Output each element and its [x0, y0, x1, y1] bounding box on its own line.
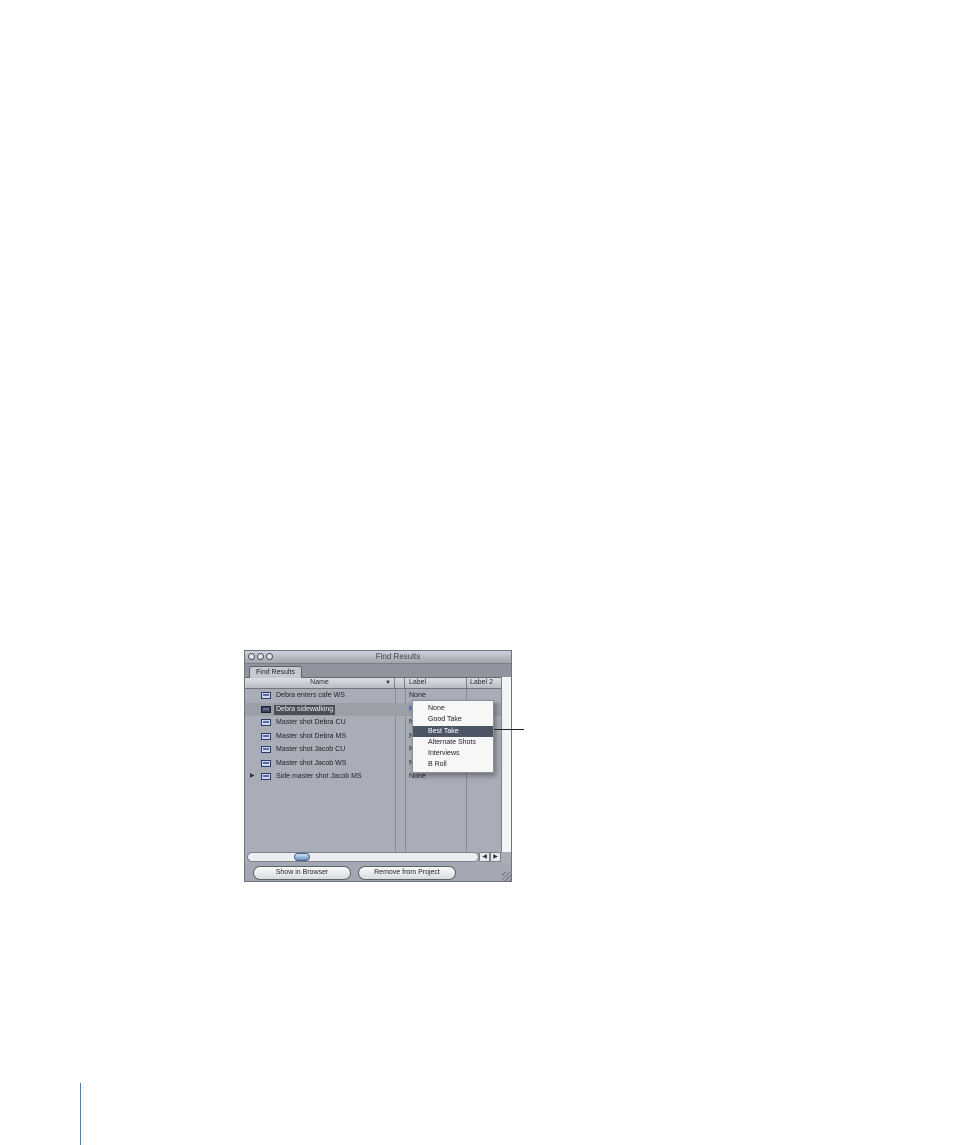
clip-icon: [261, 719, 271, 726]
menu-item-none[interactable]: None: [413, 703, 493, 714]
column-header-spacer: [395, 678, 405, 688]
menu-item-b-roll[interactable]: B Roll: [413, 759, 493, 770]
callout-line: [494, 729, 524, 730]
title-bar[interactable]: Find Results: [245, 651, 511, 664]
column-header-label2[interactable]: Label 2: [467, 678, 501, 688]
clip-name: Side master shot Jacob MS: [276, 773, 362, 780]
scroll-thumb[interactable]: [294, 853, 310, 861]
tab-find-results[interactable]: Find Results: [249, 666, 302, 678]
clip-name: Master shot Jacob CU: [276, 746, 346, 753]
clip-name: Master shot Debra CU: [276, 719, 346, 726]
window-title: Find Results: [375, 652, 421, 661]
clip-name: Master shot Debra MS: [276, 732, 347, 740]
column-header-label[interactable]: Label: [405, 678, 467, 688]
menu-item-interviews[interactable]: Interviews: [413, 748, 493, 759]
clip-icon: [261, 705, 271, 713]
scroll-right-button[interactable]: ▶: [490, 852, 501, 862]
clip-name: Master shot Jacob WS: [276, 759, 347, 767]
clip-icon: [261, 732, 271, 740]
column-header: Name ▼ Label Label 2: [245, 678, 501, 689]
clip-icon: [261, 759, 271, 767]
menu-item-good-take[interactable]: Good Take: [413, 714, 493, 725]
clip-name: Debra sidewalking: [274, 704, 336, 715]
clip-icon: [261, 746, 271, 753]
resize-grip-icon[interactable]: [502, 872, 511, 881]
scroll-left-button[interactable]: ◀: [479, 852, 490, 862]
menu-item-best-take[interactable]: Best Take: [413, 725, 493, 737]
vertical-scrollbar[interactable]: [501, 677, 511, 852]
clip-name: Debra enters cafe WS: [276, 692, 345, 699]
column-header-name[interactable]: Name ▼: [245, 678, 395, 688]
page-margin-rule: [80, 1083, 81, 1145]
sort-arrow-icon[interactable]: ▼: [385, 678, 391, 688]
clip-label[interactable]: None: [409, 772, 426, 782]
tab-strip: Find Results: [245, 664, 511, 678]
remove-from-project-button[interactable]: Remove from Project: [358, 866, 456, 880]
label-popup-menu: None Good Take Best Take Alternate Shots…: [412, 700, 494, 773]
clip-icon: [261, 773, 271, 780]
column-name-label: Name: [310, 679, 329, 686]
show-in-browser-button[interactable]: Show in Browser: [253, 866, 351, 880]
button-bar: Show in Browser Remove from Project: [245, 863, 511, 881]
clip-icon: [261, 692, 271, 699]
disclosure-triangle-icon[interactable]: ▶: [250, 770, 255, 783]
horizontal-scrollbar[interactable]: [247, 852, 479, 862]
menu-item-alternate-shots[interactable]: Alternate Shots: [413, 737, 493, 748]
